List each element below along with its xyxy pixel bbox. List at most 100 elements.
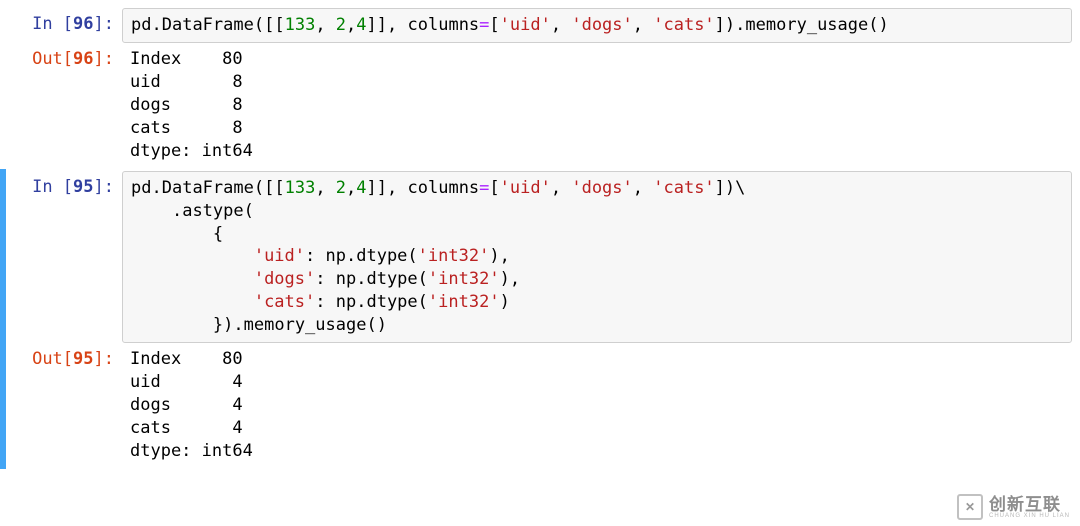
watermark-logo-icon: ✕ [957,494,983,520]
code-token: columns [408,15,480,35]
code-token: DataFrame [162,178,254,198]
out-exec-count: 95 [73,349,93,369]
code-token [131,246,254,266]
code-token: memory_usage [745,15,868,35]
code-token: ( [366,315,376,335]
code-token: 'uid' [500,15,551,35]
code-token: ] [715,15,725,35]
output-text: Index 80 uid 8 dogs 8 cats 8 dtype: int6… [122,43,1072,165]
code-token: ( [418,269,428,289]
code-token: dtype [366,292,417,312]
code-token: 2 [336,178,346,198]
code-token: , [500,246,510,266]
code-token: , [387,15,407,35]
code-token: , [315,178,335,198]
code-token: , [633,178,653,198]
code-token: , [551,178,571,198]
code-token: 'cats' [653,178,714,198]
code-token: pd [131,178,151,198]
notebook-cell-96: In [96]: pd.DataFrame([[133, 2,4]], colu… [0,6,1080,169]
code-token: , [510,269,520,289]
output-text: Index 80 uid 4 dogs 4 cats 4 dtype: int6… [122,343,1072,465]
code-token: columns [408,178,480,198]
code-token: ) [489,246,499,266]
output-prompt: Out[96]: [8,43,122,69]
code-token: \ [735,178,745,198]
out-label-end: ]: [94,349,114,369]
code-token: 133 [285,178,316,198]
code-token: DataFrame [162,15,254,35]
code-token: [[ [264,15,284,35]
code-token: . [356,269,366,289]
output-row: Out[95]: Index 80 uid 4 dogs 4 cats 4 dt… [8,343,1072,465]
code-token: 4 [356,15,366,35]
code-token: 133 [285,15,316,35]
code-token: ( [254,15,264,35]
in-exec-count: 95 [73,177,93,197]
code-token: . [346,246,356,266]
output-prompt: Out[95]: [8,343,122,369]
code-token: 'uid' [500,178,551,198]
code-token [131,315,213,335]
in-label-end: ]: [94,177,114,197]
code-token: ]] [367,178,387,198]
watermark: ✕ 创新互联 CHUANG XIN HU LIAN [957,494,1070,520]
code-token: 'dogs' [571,15,632,35]
code-token [131,201,172,221]
code-token: np [336,269,356,289]
code-token: = [479,15,489,35]
code-token: ( [418,292,428,312]
code-token: ( [407,246,417,266]
in-label: In [ [32,177,73,197]
code-token [131,224,213,244]
code-token: . [172,201,182,221]
input-row: In [95]: pd.DataFrame([[133, 2,4]], colu… [8,171,1072,344]
code-token: , [346,178,356,198]
code-token [131,269,254,289]
code-token: ( [868,15,878,35]
code-input[interactable]: pd.DataFrame([[133, 2,4]], columns=['uid… [122,8,1072,43]
code-token: 'cats' [254,292,315,312]
code-token: astype [182,201,243,221]
code-token [131,292,254,312]
output-row: Out[96]: Index 80 uid 8 dogs 8 cats 8 dt… [8,43,1072,165]
code-token: : [315,269,335,289]
code-token: : [305,246,325,266]
code-token: 'cats' [653,15,714,35]
jupyter-notebook: In [96]: pd.DataFrame([[133, 2,4]], colu… [0,0,1080,469]
code-token: , [346,15,356,35]
code-token: ) [725,178,735,198]
code-token: . [735,15,745,35]
code-token: . [233,315,243,335]
code-token: np [326,246,346,266]
code-token: ) [377,315,387,335]
code-token: [[ [264,178,284,198]
code-token: [ [489,178,499,198]
code-input[interactable]: pd.DataFrame([[133, 2,4]], columns=['uid… [122,171,1072,344]
input-row: In [96]: pd.DataFrame([[133, 2,4]], colu… [8,8,1072,43]
out-label: Out[ [32,49,73,69]
code-token: 'int32' [418,246,490,266]
notebook-cell-95: In [95]: pd.DataFrame([[133, 2,4]], colu… [0,169,1080,469]
input-prompt: In [95]: [8,171,122,197]
code-token: ) [725,15,735,35]
in-label: In [ [32,14,73,34]
input-prompt: In [96]: [8,8,122,34]
code-token: ( [244,201,254,221]
code-token: , [633,15,653,35]
in-label-end: ]: [94,14,114,34]
code-token: ] [715,178,725,198]
out-label: Out[ [32,349,73,369]
code-token: dtype [366,269,417,289]
out-exec-count: 96 [73,49,93,69]
code-token: 'dogs' [254,269,315,289]
code-token: = [479,178,489,198]
code-token: ) [500,292,510,312]
code-token: 'uid' [254,246,305,266]
code-token: ( [254,178,264,198]
watermark-text: 创新互联 CHUANG XIN HU LIAN [989,496,1070,519]
code-token: . [356,292,366,312]
code-token: : [315,292,335,312]
out-label-end: ]: [94,49,114,69]
code-token: . [151,178,161,198]
